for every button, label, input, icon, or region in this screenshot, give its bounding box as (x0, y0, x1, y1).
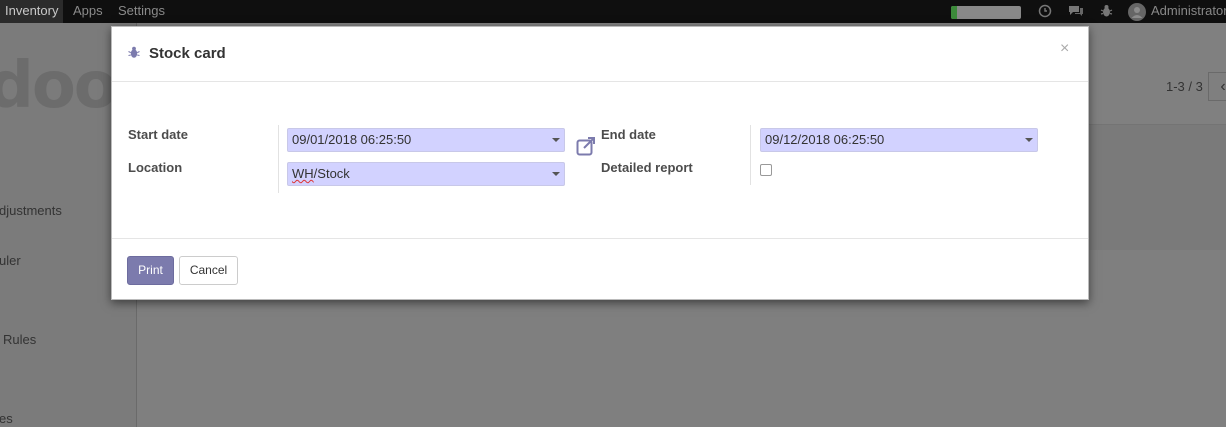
avatar-icon[interactable] (1128, 0, 1146, 23)
location-value-rest: /Stock (313, 166, 350, 181)
top-navbar: Inventory Apps Settings Administrator (0, 0, 1226, 23)
user-name[interactable]: Administrator (1151, 0, 1226, 23)
end-date-value: 09/12/2018 06:25:50 (765, 132, 885, 147)
left-group-separator (278, 125, 279, 193)
end-date-field[interactable]: 09/12/2018 06:25:50 (760, 128, 1038, 152)
print-button[interactable]: Print (127, 256, 174, 285)
start-date-label: Start date (128, 127, 188, 142)
pager-previous-button[interactable]: ‹ (1208, 72, 1226, 101)
sidebar-item-routes[interactable]: es (0, 411, 13, 426)
cancel-button[interactable]: Cancel (179, 256, 238, 285)
chevron-down-icon[interactable] (552, 138, 560, 142)
right-group-separator (750, 125, 751, 185)
dialog-footer: Print Cancel (112, 238, 1088, 299)
progress-bar (951, 6, 1021, 19)
sidebar-item-scheduler[interactable]: uler (0, 253, 21, 268)
app-logo: doo (0, 49, 118, 123)
stock-card-dialog: Stock card × Start date 09/01/2018 06:25… (111, 26, 1089, 300)
external-link-icon[interactable] (576, 136, 596, 156)
dialog-title: Stock card (149, 45, 226, 62)
detailed-report-label: Detailed report (601, 160, 693, 175)
end-date-label: End date (601, 127, 656, 142)
detailed-report-checkbox[interactable] (760, 164, 772, 176)
location-value-part: WH (292, 166, 314, 181)
menu-settings[interactable]: Settings (118, 0, 165, 23)
bug-icon (128, 46, 140, 58)
progress-fill (951, 6, 957, 19)
dialog-header: Stock card × (112, 27, 1088, 82)
clock-icon[interactable] (1038, 0, 1052, 23)
start-date-field[interactable]: 09/01/2018 06:25:50 (287, 128, 565, 152)
sidebar-item-rules[interactable]: Rules (3, 332, 36, 347)
pager-value: 1-3 / 3 (1166, 79, 1203, 94)
chevron-down-icon[interactable] (552, 172, 560, 176)
chevron-down-icon[interactable] (1025, 138, 1033, 142)
location-label: Location (128, 160, 183, 175)
menu-apps[interactable]: Apps (73, 0, 103, 23)
chat-icon[interactable] (1068, 0, 1084, 23)
location-field[interactable]: WH/Stock (287, 162, 565, 186)
start-date-value: 09/01/2018 06:25:50 (292, 132, 412, 147)
menu-inventory[interactable]: Inventory (0, 0, 64, 23)
sidebar-item-adjustments[interactable]: djustments (0, 203, 62, 218)
close-icon[interactable]: × (1060, 40, 1069, 58)
bug-icon[interactable] (1100, 0, 1113, 23)
